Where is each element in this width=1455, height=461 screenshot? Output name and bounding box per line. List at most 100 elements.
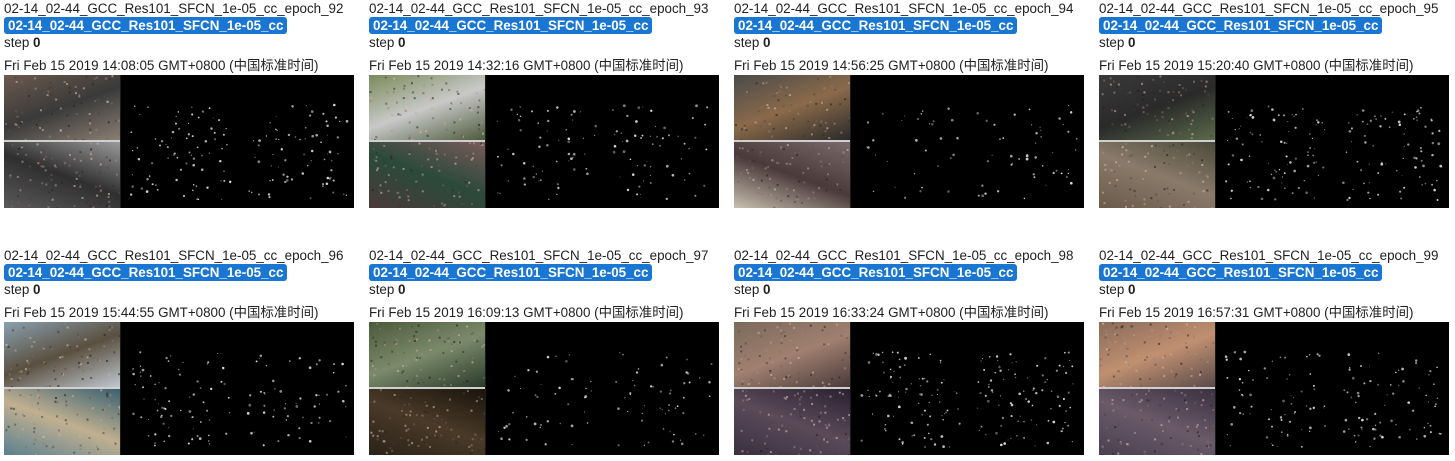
scene-photo-bottom (1099, 142, 1215, 208)
crowd-texture (1101, 75, 1214, 141)
timestamp: Fri Feb 15 2019 15:20:40 GMT+0800 (中国标准时… (1099, 58, 1414, 73)
step-value: 0 (763, 282, 771, 297)
density-map (121, 322, 354, 455)
step-value: 0 (33, 35, 41, 50)
timestamp: Fri Feb 15 2019 14:32:16 GMT+0800 (中国标准时… (369, 58, 684, 73)
step-row: step 0 (369, 281, 406, 298)
timestamp: Fri Feb 15 2019 14:08:05 GMT+0800 (中国标准时… (4, 58, 319, 73)
timestamp: Fri Feb 15 2019 16:33:24 GMT+0800 (中国标准时… (734, 305, 1049, 320)
image-card: 02-14_02-44_GCC_Res101_SFCN_1e-05_cc_epo… (365, 0, 725, 214)
step-label: step (4, 35, 30, 50)
step-value: 0 (33, 282, 41, 297)
density-map (851, 322, 1084, 455)
image-dashboard-grid: 02-14_02-44_GCC_Res101_SFCN_1e-05_cc_epo… (0, 0, 1455, 461)
image-card: 02-14_02-44_GCC_Res101_SFCN_1e-05_cc_epo… (0, 247, 360, 461)
card-title: 02-14_02-44_GCC_Res101_SFCN_1e-05_cc_epo… (4, 1, 344, 16)
scene-photo-bottom (734, 142, 850, 208)
crowd-texture (370, 389, 485, 455)
density-map (121, 75, 354, 208)
step-label: step (4, 282, 30, 297)
run-tag-badge[interactable]: 02-14_02-44_GCC_Res101_SFCN_1e-05_cc (369, 17, 653, 34)
step-label: step (1099, 35, 1125, 50)
crowd-texture (1099, 389, 1215, 455)
timestamp: Fri Feb 15 2019 14:56:25 GMT+0800 (中国标准时… (734, 58, 1049, 73)
image-card: 02-14_02-44_GCC_Res101_SFCN_1e-05_cc_epo… (0, 0, 360, 214)
step-row: step 0 (1099, 34, 1136, 51)
image-panel[interactable] (1099, 75, 1449, 208)
scene-photo-top (4, 75, 120, 141)
scene-photo-top (4, 322, 120, 388)
image-panel[interactable] (369, 75, 719, 208)
scene-photo-bottom (369, 142, 485, 208)
density-map (486, 75, 719, 208)
image-card: 02-14_02-44_GCC_Res101_SFCN_1e-05_cc_epo… (365, 247, 725, 461)
scene-photo-bottom (1099, 389, 1215, 455)
crowd-texture (740, 389, 850, 455)
image-panel[interactable] (4, 322, 354, 455)
step-row: step 0 (734, 281, 771, 298)
image-card: 02-14_02-44_GCC_Res101_SFCN_1e-05_cc_epo… (1095, 0, 1455, 214)
image-panel[interactable] (734, 322, 1084, 455)
crowd-texture (735, 75, 850, 141)
step-value: 0 (398, 282, 406, 297)
scene-photo-top (369, 75, 485, 141)
image-panel[interactable] (369, 322, 719, 455)
run-tag-badge[interactable]: 02-14_02-44_GCC_Res101_SFCN_1e-05_cc (4, 264, 288, 281)
crowd-texture (5, 75, 120, 141)
step-label: step (369, 35, 395, 50)
step-value: 0 (398, 35, 406, 50)
image-card: 02-14_02-44_GCC_Res101_SFCN_1e-05_cc_epo… (730, 247, 1090, 461)
card-title: 02-14_02-44_GCC_Res101_SFCN_1e-05_cc_epo… (369, 1, 709, 16)
timestamp: Fri Feb 15 2019 15:44:55 GMT+0800 (中国标准时… (4, 305, 319, 320)
crowd-texture (5, 389, 120, 455)
run-tag-badge[interactable]: 02-14_02-44_GCC_Res101_SFCN_1e-05_cc (1099, 264, 1383, 281)
crowd-texture (4, 142, 120, 208)
run-tag-badge[interactable]: 02-14_02-44_GCC_Res101_SFCN_1e-05_cc (369, 264, 653, 281)
step-label: step (734, 35, 760, 50)
density-map (1216, 322, 1449, 455)
step-label: step (369, 282, 395, 297)
run-tag-badge[interactable]: 02-14_02-44_GCC_Res101_SFCN_1e-05_cc (4, 17, 288, 34)
step-label: step (734, 282, 760, 297)
crowd-texture (372, 142, 484, 208)
timestamp: Fri Feb 15 2019 16:57:31 GMT+0800 (中国标准时… (1099, 305, 1414, 320)
density-map (1216, 75, 1449, 208)
scene-photo-top (734, 75, 850, 141)
scene-photo-bottom (734, 389, 850, 455)
scene-photo-bottom (4, 142, 120, 208)
step-row: step 0 (369, 34, 406, 51)
image-panel[interactable] (4, 75, 354, 208)
step-value: 0 (763, 35, 771, 50)
card-title: 02-14_02-44_GCC_Res101_SFCN_1e-05_cc_epo… (369, 248, 709, 263)
crowd-texture (1099, 322, 1215, 388)
density-map (851, 75, 1084, 208)
scene-photo-top (1099, 322, 1215, 388)
density-map (486, 322, 719, 455)
run-tag-badge[interactable]: 02-14_02-44_GCC_Res101_SFCN_1e-05_cc (1099, 17, 1383, 34)
card-title: 02-14_02-44_GCC_Res101_SFCN_1e-05_cc_epo… (1099, 248, 1439, 263)
step-value: 0 (1128, 282, 1136, 297)
scene-photo-bottom (4, 389, 120, 455)
image-card: 02-14_02-44_GCC_Res101_SFCN_1e-05_cc_epo… (1095, 247, 1455, 461)
crowd-texture (736, 144, 849, 208)
timestamp: Fri Feb 15 2019 16:09:13 GMT+0800 (中国标准时… (369, 305, 684, 320)
crowd-texture (369, 75, 485, 141)
step-row: step 0 (734, 34, 771, 51)
card-title: 02-14_02-44_GCC_Res101_SFCN_1e-05_cc_epo… (734, 248, 1074, 263)
scene-photo-top (734, 322, 850, 388)
card-title: 02-14_02-44_GCC_Res101_SFCN_1e-05_cc_epo… (734, 1, 1074, 16)
step-value: 0 (1128, 35, 1136, 50)
step-row: step 0 (4, 281, 41, 298)
card-title: 02-14_02-44_GCC_Res101_SFCN_1e-05_cc_epo… (4, 248, 344, 263)
crowd-texture (4, 325, 120, 388)
scene-photo-top (1099, 75, 1215, 141)
run-tag-badge[interactable]: 02-14_02-44_GCC_Res101_SFCN_1e-05_cc (734, 17, 1018, 34)
crowd-texture (370, 322, 485, 388)
step-row: step 0 (4, 34, 41, 51)
run-tag-badge[interactable]: 02-14_02-44_GCC_Res101_SFCN_1e-05_cc (734, 264, 1018, 281)
step-label: step (1099, 282, 1125, 297)
step-row: step 0 (1099, 281, 1136, 298)
image-card: 02-14_02-44_GCC_Res101_SFCN_1e-05_cc_epo… (730, 0, 1090, 214)
image-panel[interactable] (1099, 322, 1449, 455)
image-panel[interactable] (734, 75, 1084, 208)
